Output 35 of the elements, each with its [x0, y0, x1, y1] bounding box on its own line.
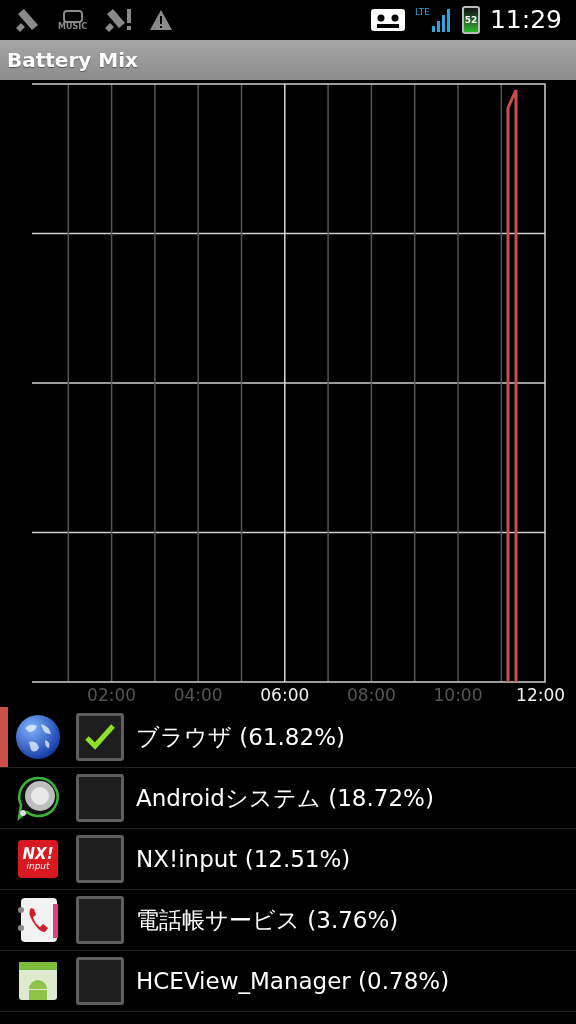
- app-row[interactable]: Androidシステム (18.72%): [0, 768, 576, 829]
- checkbox[interactable]: [76, 896, 124, 944]
- clock: 11:29: [489, 4, 562, 37]
- globe-icon: [15, 714, 61, 760]
- checkbox[interactable]: [76, 835, 124, 883]
- app-usage-label: NX!input (12.51%): [136, 844, 351, 874]
- checkbox[interactable]: [76, 774, 124, 822]
- app-usage-label: 電話帳サービス (3.76%): [136, 905, 399, 935]
- dolby-mark: [62, 9, 83, 23]
- network-type: LTE: [415, 8, 430, 17]
- icon-text: NX!: [22, 847, 54, 862]
- axis-label: 08:00: [346, 685, 396, 705]
- app-usage-label: ブラウザ (61.82%): [136, 722, 345, 752]
- axis-label: 02:00: [87, 685, 137, 705]
- axis-label: 12:00: [516, 685, 566, 705]
- app-row[interactable]: NX! input NX!input (12.51%): [0, 829, 576, 890]
- app-row[interactable]: 電話帳サービス (3.76%): [0, 890, 576, 951]
- phonebook-icon: [15, 896, 61, 944]
- app-title: Battery Mix: [7, 47, 138, 74]
- app-usage-label: HCEView_Manager (0.78%): [136, 966, 450, 996]
- warning-icon: [149, 9, 174, 31]
- axis-label: 06:00: [260, 685, 310, 705]
- app-usage-label: Androidシステム (18.72%): [136, 783, 434, 813]
- signal-icon: [431, 8, 452, 32]
- android-icon: [16, 959, 60, 1003]
- axis-label: 10:00: [433, 685, 483, 705]
- checkbox[interactable]: [76, 713, 124, 761]
- icon-subtext: input: [26, 862, 50, 871]
- app-row[interactable]: ブラウザ (61.82%): [0, 707, 576, 768]
- checkbox[interactable]: [76, 957, 124, 1005]
- voicemail-icon: [371, 8, 405, 32]
- battery-level: 52: [464, 15, 478, 25]
- axis-label: 04:00: [173, 685, 223, 705]
- check-icon: [85, 724, 115, 750]
- app-row[interactable]: HCEView_Manager (0.78%): [0, 951, 576, 1012]
